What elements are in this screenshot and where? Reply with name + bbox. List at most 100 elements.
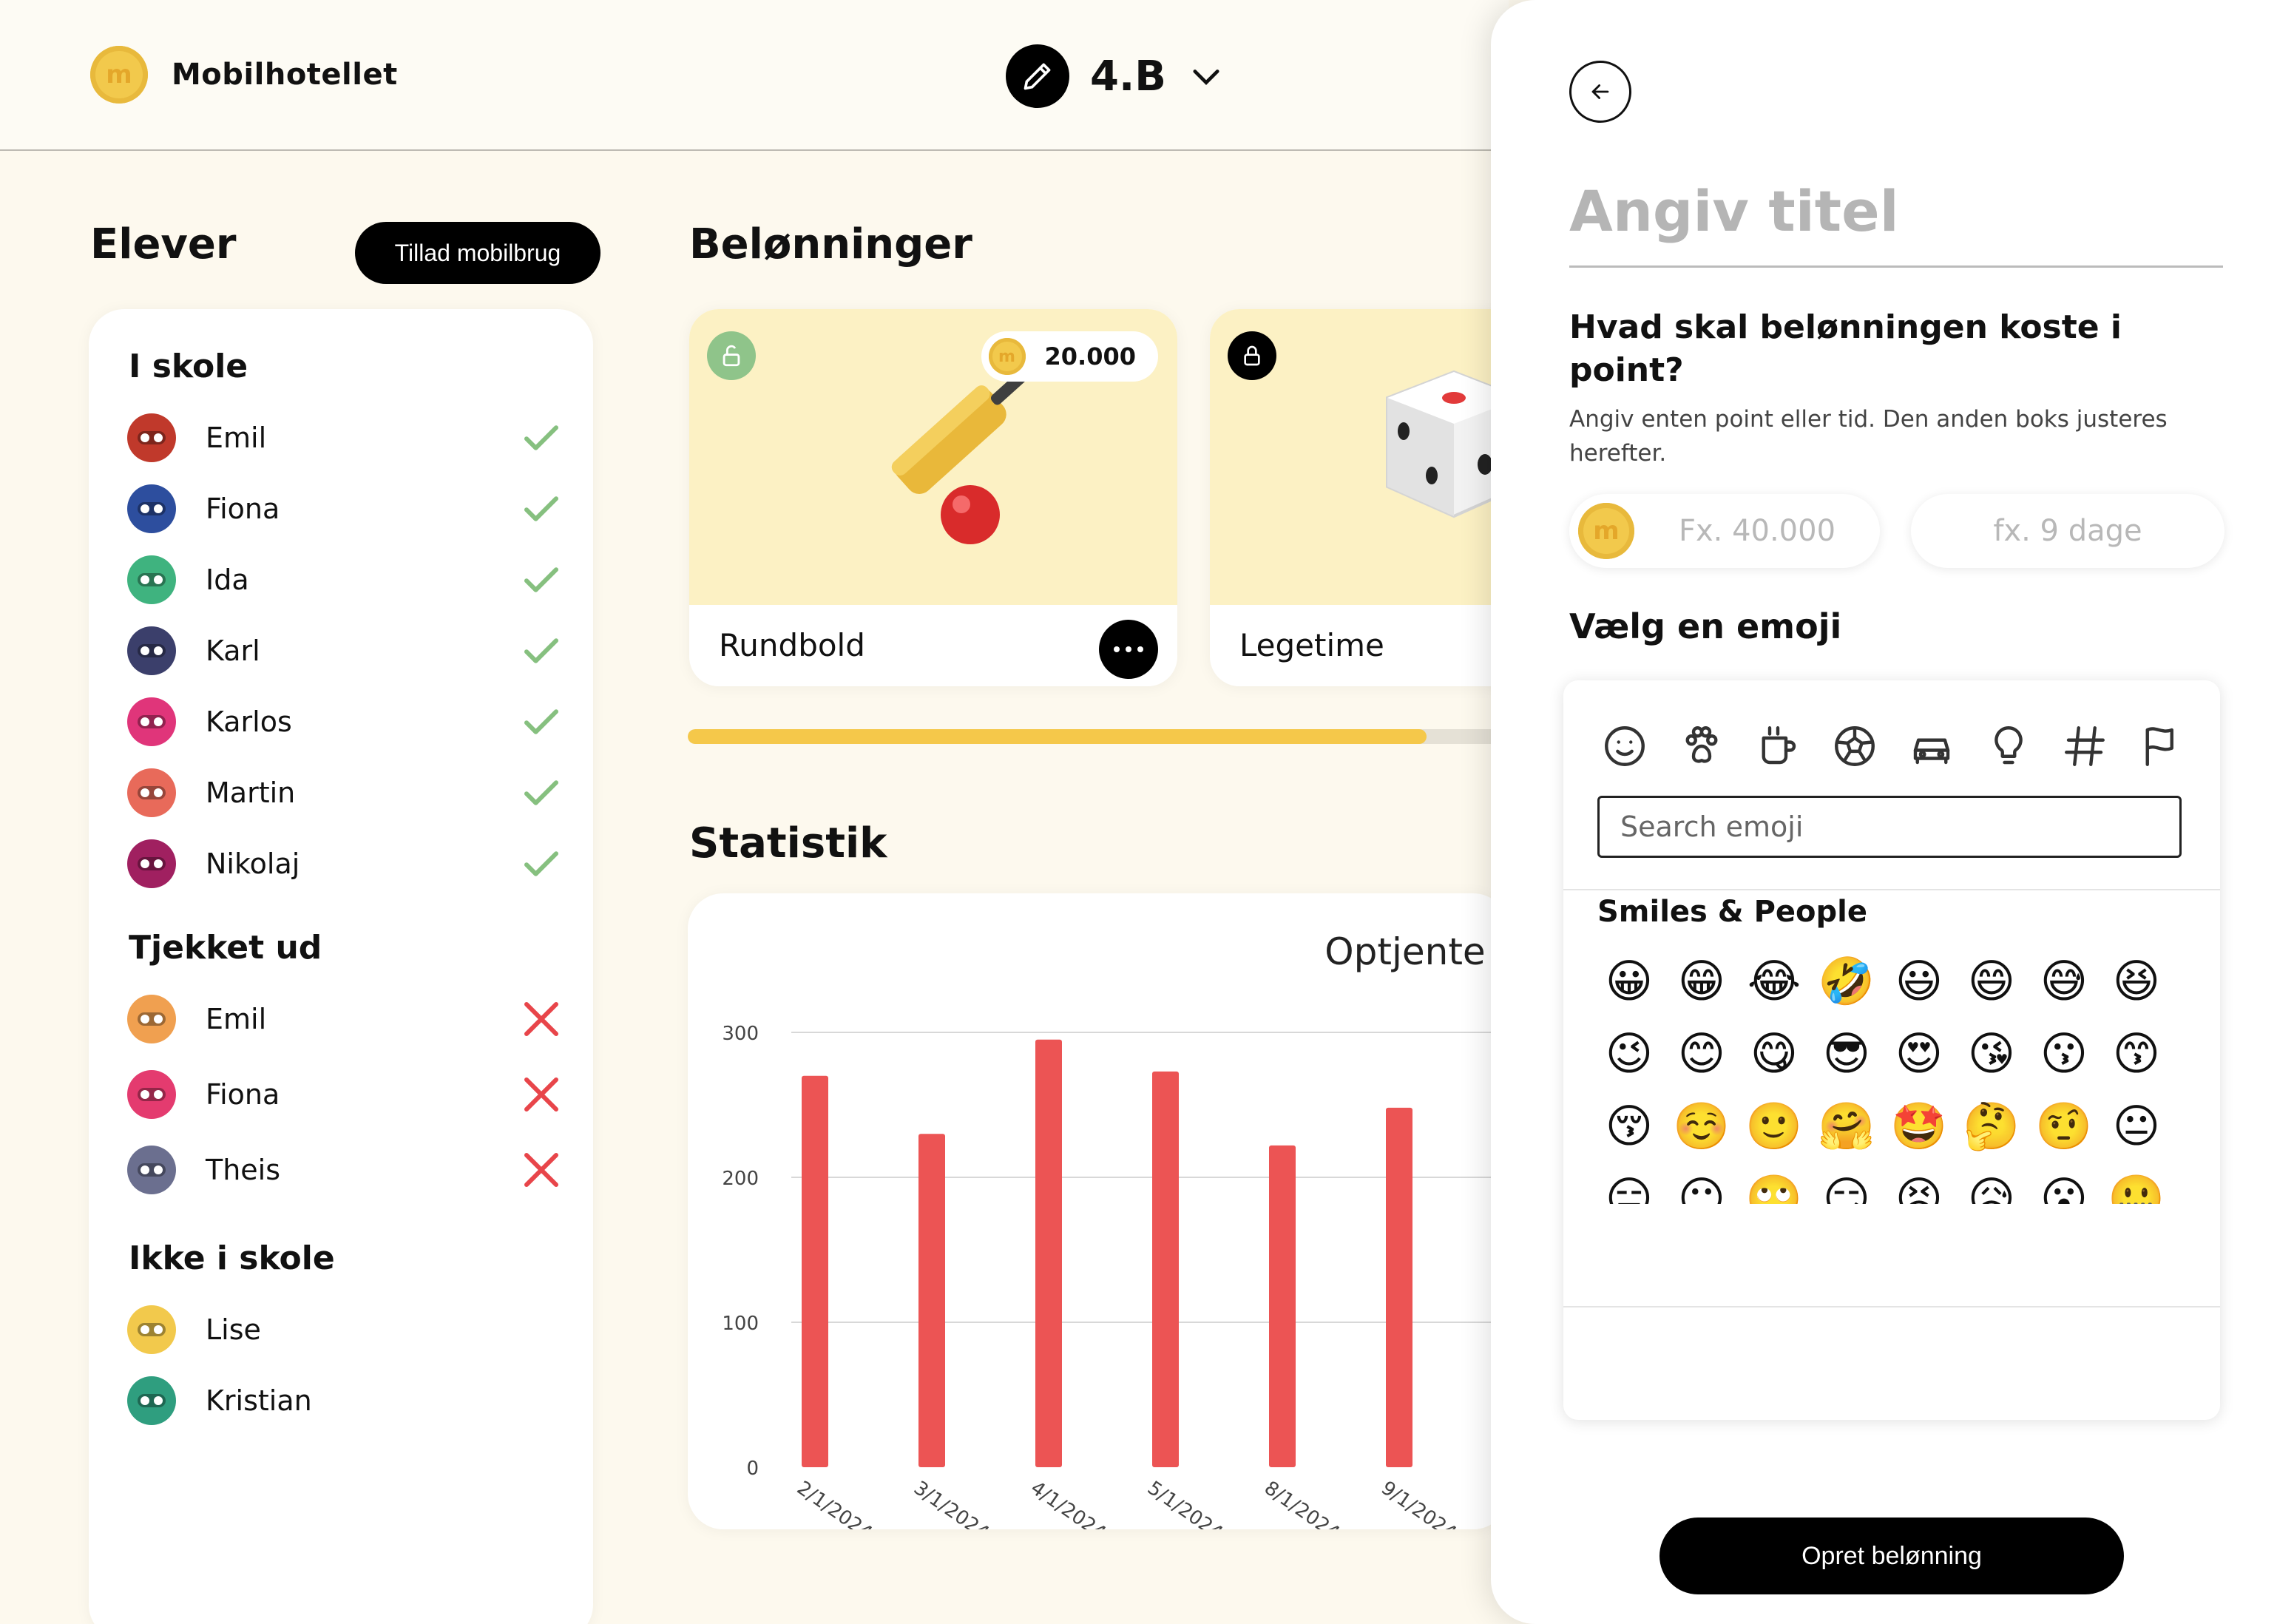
emoji-option[interactable]: 😀 — [1593, 945, 1665, 1018]
student-row[interactable]: Ida — [127, 553, 564, 606]
student-row[interactable]: Nikolaj — [127, 837, 564, 890]
points-field[interactable]: m — [1569, 494, 1880, 568]
class-switcher[interactable]: 4.B — [1006, 44, 1225, 108]
emoji-option[interactable]: 🤐 — [2100, 1163, 2173, 1205]
student-row[interactable]: Martin — [127, 766, 564, 819]
emoji-option[interactable]: 😐 — [2100, 1090, 2173, 1163]
student-row[interactable]: Karlos — [127, 695, 564, 748]
student-row[interactable]: Emil — [127, 411, 564, 464]
emoji-option[interactable]: 😣 — [1883, 1163, 1955, 1205]
student-name: Kristian — [206, 1384, 312, 1417]
create-reward-button[interactable]: Opret belønning — [1659, 1518, 2124, 1594]
checkmark-icon[interactable] — [519, 416, 564, 460]
soccer-ball-icon[interactable] — [1827, 719, 1882, 774]
avatar — [127, 995, 176, 1043]
days-input[interactable] — [1911, 514, 2224, 548]
reward-card[interactable]: m 20.000 Rundbold — [689, 309, 1177, 686]
emoji-option[interactable]: 😍 — [1883, 1018, 1955, 1090]
points-input[interactable] — [1634, 514, 1880, 548]
cross-icon[interactable] — [519, 1148, 564, 1192]
emoji-option[interactable]: 😘 — [1955, 1018, 2028, 1090]
emoji-option[interactable]: 🤨 — [2028, 1090, 2100, 1163]
avatar — [127, 839, 176, 888]
emoji-category-bar — [1597, 713, 2189, 779]
emoji-option[interactable]: 😎 — [1810, 1018, 1883, 1090]
emoji-option[interactable]: 😚 — [1593, 1090, 1665, 1163]
emoji-section-title: Vælg en emoji — [1569, 606, 1842, 646]
cross-icon[interactable] — [519, 997, 564, 1041]
lightbulb-icon[interactable] — [1981, 719, 2036, 774]
hashtag-icon[interactable] — [2057, 719, 2112, 774]
student-row[interactable]: Karl — [127, 624, 564, 677]
smiley-icon[interactable] — [1597, 719, 1652, 774]
allow-phone-button[interactable]: Tillad mobilbrug — [355, 222, 600, 284]
title-input[interactable] — [1569, 157, 2223, 268]
emoji-option[interactable]: 😙 — [2100, 1018, 2173, 1090]
emoji-search-input[interactable] — [1597, 796, 2182, 858]
avatar — [127, 555, 176, 604]
chevron-down-icon[interactable] — [1187, 57, 1225, 95]
emoji-option[interactable]: 😮 — [2028, 1163, 2100, 1205]
more-options-button[interactable] — [1099, 620, 1158, 679]
emoji-option[interactable]: 😁 — [1665, 945, 1738, 1018]
emoji-option[interactable]: 🤩 — [1883, 1090, 1955, 1163]
checkmark-icon[interactable] — [519, 487, 564, 531]
flag-icon[interactable] — [2134, 719, 2189, 774]
emoji-option[interactable]: 😂 — [1738, 945, 1810, 1018]
bar — [1386, 1107, 1412, 1467]
emoji-option[interactable]: 😆 — [2100, 945, 2173, 1018]
emoji-option[interactable]: 🙂 — [1738, 1090, 1810, 1163]
students-title: Elever — [90, 220, 237, 268]
checkmark-icon[interactable] — [519, 629, 564, 673]
paw-icon[interactable] — [1674, 719, 1729, 774]
rewards-scrollbar[interactable] — [688, 729, 1509, 744]
statistics-title: Statistik — [689, 819, 887, 867]
student-row[interactable]: Theis — [127, 1143, 564, 1197]
emoji-option[interactable]: 😉 — [1593, 1018, 1665, 1090]
checkmark-icon[interactable] — [519, 842, 564, 886]
cross-icon[interactable] — [519, 1072, 564, 1117]
emoji-option[interactable]: 😋 — [1738, 1018, 1810, 1090]
emoji-option[interactable]: 😑 — [1593, 1163, 1665, 1205]
checkmark-icon[interactable] — [519, 771, 564, 815]
app-name: Mobilhotellet — [172, 58, 398, 92]
emoji-grid: 😀😁😂🤣😃😄😅😆😉😊😋😎😍😘😗😙😚☺️🙂🤗🤩🤔🤨😐😑😶🙄😏😣😥😮🤐😯😪😫😴😌😛😜… — [1593, 945, 2185, 1205]
emoji-option[interactable]: 😅 — [2028, 945, 2100, 1018]
emoji-option[interactable]: 😥 — [1955, 1163, 2028, 1205]
student-row[interactable]: Lise — [127, 1303, 564, 1356]
emoji-option[interactable]: 🤣 — [1810, 945, 1883, 1018]
emoji-option[interactable]: 😃 — [1883, 945, 1955, 1018]
student-row[interactable]: Emil — [127, 992, 564, 1046]
student-row[interactable]: Fiona — [127, 482, 564, 535]
emoji-option[interactable]: 🤗 — [1810, 1090, 1883, 1163]
avatar — [127, 413, 176, 462]
car-icon[interactable] — [1904, 719, 1959, 774]
emoji-option[interactable]: ☺️ — [1665, 1090, 1738, 1163]
emoji-option[interactable]: 😄 — [1955, 945, 2028, 1018]
coffee-icon[interactable] — [1750, 719, 1805, 774]
emoji-option[interactable]: 🤔 — [1955, 1090, 2028, 1163]
student-row[interactable]: Fiona — [127, 1068, 564, 1121]
student-row[interactable]: Kristian — [127, 1374, 564, 1427]
avatar — [127, 697, 176, 746]
emoji-option[interactable]: 😊 — [1665, 1018, 1738, 1090]
edit-class-button[interactable] — [1006, 44, 1069, 108]
emoji-option[interactable]: 😶 — [1665, 1163, 1738, 1205]
emoji-option[interactable]: 🙄 — [1738, 1163, 1810, 1205]
emoji-option[interactable]: 😗 — [2028, 1018, 2100, 1090]
bar-chart: Optjente 0 100 200 300 2/1/2024 3/1/2024 4/1/20… — [722, 930, 1509, 1529]
emoji-option[interactable]: 😏 — [1810, 1163, 1883, 1205]
days-field[interactable] — [1911, 494, 2224, 568]
class-name: 4.B — [1090, 52, 1166, 101]
x-tick-label: 8/1/2024 — [1260, 1477, 1344, 1529]
checkmark-icon[interactable] — [519, 558, 564, 602]
rewards-scroll-thumb[interactable] — [688, 729, 1427, 744]
back-button[interactable] — [1569, 61, 1631, 123]
students-card: I skole Emil Fiona Ida Karl Karlos Martin Nikol… — [89, 309, 593, 1624]
pencil-icon — [1024, 63, 1051, 90]
brand[interactable]: m Mobilhotellet — [90, 46, 398, 104]
checkmark-icon[interactable] — [519, 700, 564, 744]
bar — [1269, 1145, 1296, 1467]
x-tick-label: 9/1/2024 — [1377, 1477, 1461, 1529]
y-tick-label: 0 — [746, 1458, 759, 1480]
